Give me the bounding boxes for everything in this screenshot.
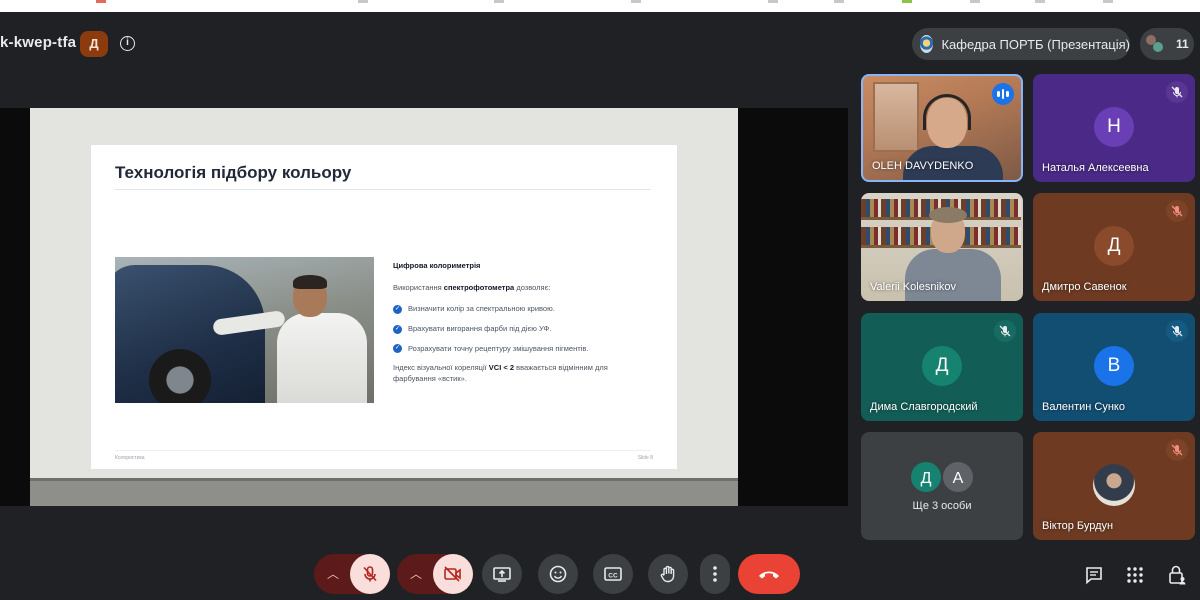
participant-hair [929,207,967,223]
participant-avatar: А [941,460,975,494]
slide-text-block: Цифрова колориметрія Використання спектр… [393,261,643,385]
car-wheel [149,349,211,403]
camera-off-icon [444,566,461,582]
presenter-logo-icon [920,35,934,53]
participant-name: Наталья Алексеевна [1042,162,1149,174]
hang-up-icon [759,571,779,579]
captions-icon: CC [604,567,622,581]
slide-note: Індекс візуальної кореляції VCI < 2 вваж… [393,363,608,384]
participant-tile-dima-slavgorodsky[interactable]: Д Дима Славгородский [861,313,1023,421]
participant-count: 11 [1176,37,1189,51]
present-screen-icon [493,567,511,582]
slide-bullet: ✓ Врахувати вигорання фарби під дією УФ. [393,323,552,334]
mic-off-icon [363,566,377,582]
participant-name: Дима Славгородский [870,401,978,413]
check-icon: ✓ [393,344,402,354]
slide-footer-divider [115,450,651,451]
slide-footer-right: Slide 8 [637,455,653,461]
participant-name: Valerii Kolesnikov [870,281,957,293]
mic-off-icon [1166,200,1188,222]
slide-bullet: ✓ Визначити колір за спектральною кривою. [393,303,555,314]
participant-tile-valerii-kolesnikov[interactable]: Valerii Kolesnikov [861,193,1023,301]
participant-name: OLEH DAVYDENKO [872,160,974,172]
check-icon: ✓ [393,304,402,314]
present-screen-button[interactable] [482,554,522,594]
participant-tile-valentyn-sunko[interactable]: В Валентин Сунко [1033,313,1195,421]
meeting-header: k-kwep-tfa Д i Кафедра ПОРТБ (Презентаці… [0,24,1200,64]
participant-tile-dmytro-savenok[interactable]: Д Дмитро Савенок [1033,193,1195,301]
slide-bottom-bar [30,478,738,506]
leave-call-button[interactable] [738,554,800,594]
presenter-label: Кафедра ПОРТБ (Презентація) [941,36,1130,52]
participants-icon [1146,35,1164,53]
participant-avatar: Д [922,346,962,386]
mic-options-caret-icon[interactable]: ︿ [322,554,344,594]
participant-body [905,249,1001,301]
chat-button[interactable] [1083,564,1105,586]
slide-title: Технологія підбору кольору [115,163,352,182]
host-controls-button[interactable] [1166,564,1188,586]
participant-avatar: Н [1094,107,1134,147]
slide-divider [115,189,651,190]
presenter-chip[interactable]: Кафедра ПОРТБ (Презентація) [912,28,1130,60]
meeting-code: k-kwep-tfa [0,34,77,51]
more-participants-label: Ще 3 особи [912,500,972,512]
lock-person-icon [1169,565,1186,585]
participants-button[interactable]: 11 [1140,28,1194,60]
info-icon[interactable]: i [120,36,135,51]
more-participants-avatars: Д А [909,460,979,494]
svg-text:CC: CC [608,573,618,580]
mic-off-icon [994,320,1016,342]
painter-figure [212,275,374,403]
raise-hand-icon [660,565,675,583]
presentation-stage[interactable]: Технологія підбору кольору Цифрова колор… [0,108,848,506]
host-chip[interactable]: Д [80,31,108,57]
camera-toggle-button[interactable] [433,554,473,594]
captions-button[interactable]: CC [593,554,633,594]
browser-top-strip [0,0,1200,12]
more-vert-icon [713,566,717,582]
participant-name: Дмитро Савенок [1042,281,1127,293]
mic-toggle-button[interactable] [350,554,390,594]
participant-avatar: В [1094,346,1134,386]
reactions-button[interactable] [538,554,578,594]
more-participants-tile[interactable]: Д А Ще 3 особи [861,432,1023,540]
mic-off-icon [1166,81,1188,103]
participant-photo-avatar [1093,464,1135,506]
camera-options-caret-icon[interactable]: ︿ [405,554,427,594]
video-background-window [873,82,919,152]
participant-tile-oleh-davydenko[interactable]: OLEH DAVYDENKO [861,74,1023,182]
participant-name: Валентин Сунко [1042,401,1125,413]
check-icon: ✓ [393,324,402,334]
activities-button[interactable] [1124,564,1146,586]
presentation-capture: Технологія підбору кольору Цифрова колор… [30,108,738,506]
participant-tile-natalya[interactable]: Н Наталья Алексеевна [1033,74,1195,182]
mic-off-icon [1166,320,1188,342]
camera-control-group: ︿ [397,554,473,594]
slide-section-heading: Цифрова колориметрія [393,261,481,270]
raise-hand-button[interactable] [648,554,688,594]
slide-photo [115,257,374,403]
headset-icon [923,94,971,130]
participant-tile-viktor-burdun[interactable]: Віктор Бурдун [1033,432,1195,540]
apps-grid-icon [1127,567,1143,583]
slide-intro: Використання спектрофотометра дозволяє: [393,282,551,292]
emoji-icon [549,565,567,583]
participant-name: Віктор Бурдун [1042,520,1114,532]
speaking-indicator-icon [992,83,1014,105]
slide-bullet: ✓ Розрахувати точну рецептуру змішування … [393,343,589,354]
slide: Технологія підбору кольору Цифрова колор… [91,145,677,469]
chat-icon [1086,567,1102,585]
meeting-controls: ︿ ︿ CC [0,552,1200,598]
mic-off-icon [1166,439,1188,461]
participant-avatar: Д [1094,226,1134,266]
mic-control-group: ︿ [314,554,390,594]
slide-footer-left: Колористика [115,455,145,461]
participant-avatar: Д [909,460,943,494]
more-options-button[interactable] [700,554,730,594]
